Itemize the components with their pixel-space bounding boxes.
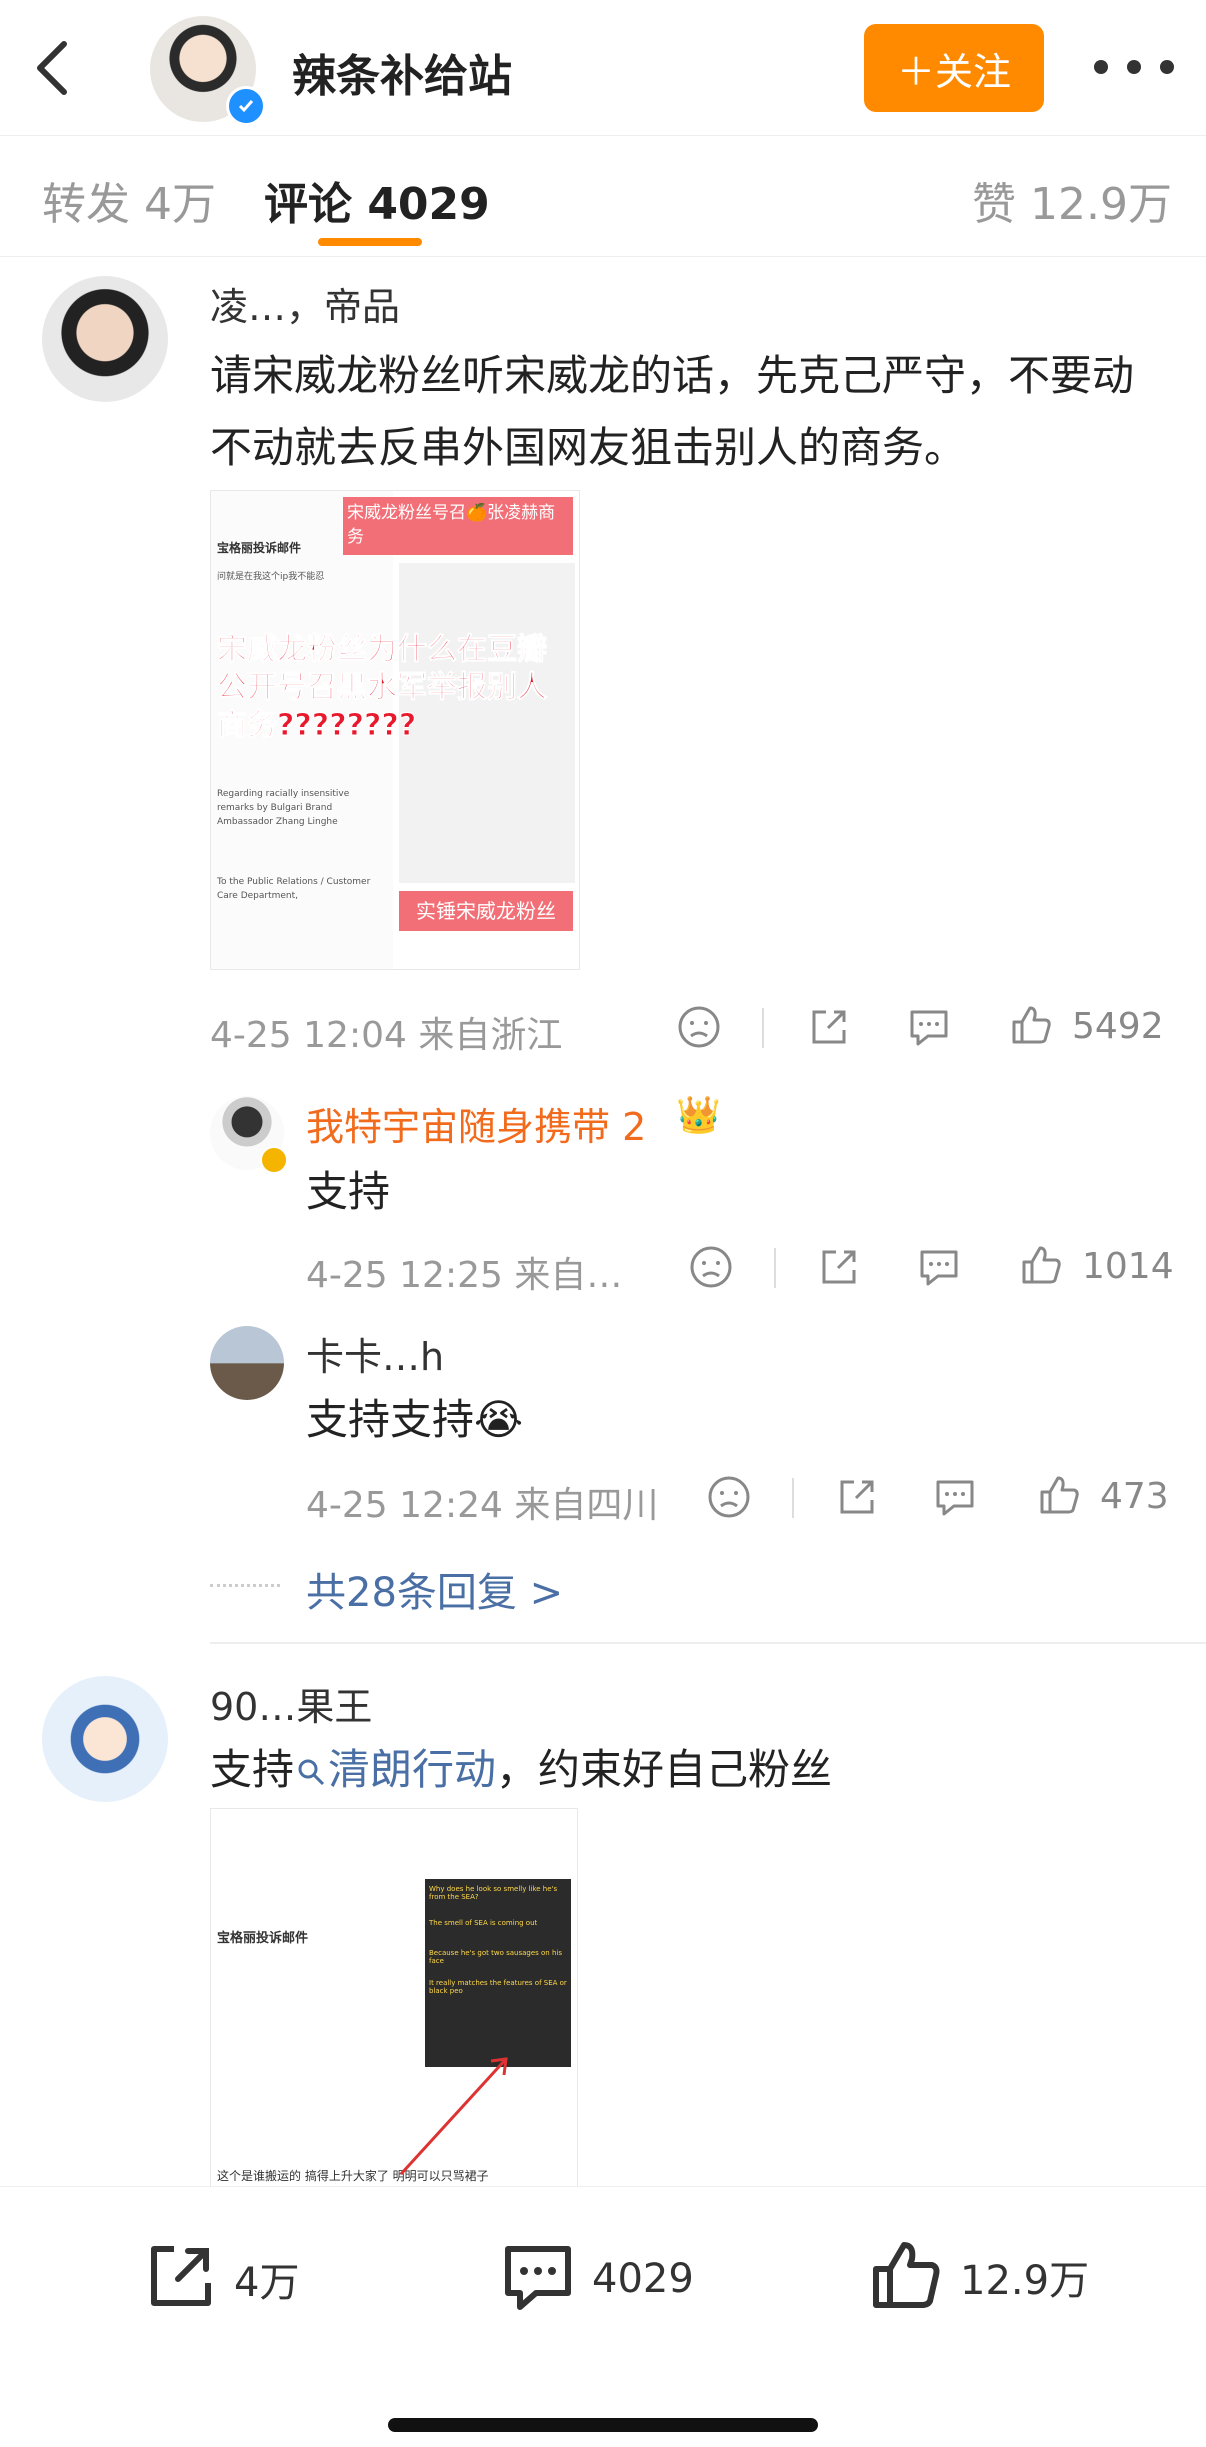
like-count: 1014	[1082, 1246, 1174, 1287]
back-arrow-icon[interactable]	[30, 38, 74, 98]
commenter-avatar[interactable]	[42, 1676, 168, 1802]
share-icon[interactable]	[816, 1244, 862, 1290]
tab-reposts[interactable]: 转发 4万	[42, 168, 216, 232]
reply-text: 支持支持😭	[306, 1395, 524, 1444]
vip-crown-icon: 👑	[676, 1095, 721, 1136]
reply-avatar[interactable]	[210, 1326, 284, 1400]
image-text: The smell of SEA is coming out	[429, 1919, 538, 1927]
image-text: To the Public Relations / Customer Care …	[217, 877, 371, 901]
topic-label: 清朗行动	[328, 1745, 497, 1794]
search-icon	[296, 1737, 326, 1809]
account-name: 辣条补给站	[292, 51, 512, 102]
image-text: Why does he look so smelly like he's fro…	[429, 1885, 558, 1901]
reply-time-location: 4-25 12:24 来自四川	[306, 1485, 659, 1526]
like-icon[interactable]	[1036, 1472, 1082, 1518]
like-count: 12.9万	[960, 2258, 1090, 2304]
reply-username[interactable]: 我特宇宙随身携带 2	[306, 1096, 646, 1151]
repost-count: 4万	[234, 2260, 300, 2306]
dislike-icon[interactable]	[688, 1244, 734, 1290]
reply-text: 支持	[306, 1167, 391, 1216]
top-nav-bar: 辣条补给站 ＋关注	[0, 0, 1206, 135]
follow-button[interactable]: ＋关注	[864, 24, 1044, 112]
comment-divider	[210, 1642, 1206, 1644]
share-icon[interactable]	[806, 1004, 852, 1050]
comment-count: 4029	[592, 2256, 694, 2302]
image-text: It really matches the features of SEA or…	[429, 1979, 567, 1995]
home-indicator[interactable]	[388, 2418, 818, 2432]
image-text: 宝格丽投诉邮件	[217, 1931, 309, 1946]
image-overlay-text: 宋威龙粉丝为什么在豆瓣公开号召黑水军举报别人商务????????	[217, 632, 548, 744]
image-bottom-label: 实锤宋威龙粉丝	[399, 891, 573, 931]
dotted-connector	[210, 1584, 280, 1587]
image-text: 问就是在我这个ip我不能忍	[217, 572, 325, 582]
bottom-action-bar: 4万 4029 12.9万	[0, 2186, 1206, 2447]
share-icon[interactable]	[834, 1474, 880, 1520]
comment-icon[interactable]	[916, 1244, 962, 1290]
verified-badge-icon	[260, 1146, 288, 1174]
comment-text-suffix: ，约束好自己粉丝	[496, 1745, 833, 1794]
commenter-name[interactable]: 凌…，帝品	[210, 276, 400, 331]
comment-image[interactable]: 宝格丽投诉邮件 问就是在我这个ip我不能忍 Regarding racially…	[210, 490, 580, 970]
dislike-icon[interactable]	[676, 1004, 722, 1050]
divider	[774, 1248, 776, 1288]
like-button[interactable]: 12.9万	[866, 2235, 1089, 2319]
comment-image[interactable]: 宝格丽投诉邮件 Why does he look so smelly like …	[210, 1808, 578, 2188]
more-replies-link[interactable]: 共28条回复 >	[306, 1560, 563, 1618]
like-icon[interactable]	[1008, 1002, 1054, 1048]
like-count: 473	[1100, 1476, 1169, 1517]
share-icon	[140, 2237, 220, 2321]
commenter-avatar[interactable]	[42, 276, 168, 402]
comment-text: 支持 清朗行动，约束好自己粉丝	[210, 1734, 1170, 1809]
like-icon[interactable]	[1018, 1242, 1064, 1288]
like-count: 5492	[1072, 1006, 1164, 1047]
image-text: 宝格丽投诉邮件	[217, 541, 302, 555]
like-icon	[866, 2235, 946, 2319]
tab-likes[interactable]: 赞 12.9万	[972, 168, 1172, 232]
comment-time-location: 4-25 12:04 来自浙江	[210, 1015, 563, 1056]
comment-icon[interactable]	[932, 1474, 978, 1520]
comment-text: 请宋威龙粉丝听宋威龙的话，先克己严守，不要动不动就去反串外国网友狙击别人的商务。	[210, 351, 1135, 472]
image-text: Because he's got two sausages on his fac…	[429, 1949, 562, 1965]
commenter-name[interactable]: 90…果王	[210, 1676, 372, 1731]
divider	[792, 1478, 794, 1518]
comment-text-prefix: 支持	[210, 1745, 295, 1794]
dislike-icon[interactable]	[706, 1474, 752, 1520]
red-arrow	[399, 2057, 508, 2176]
repost-button[interactable]: 4万	[140, 2237, 299, 2321]
image-red-banner: 宋威龙粉丝号召🍊张凌赫商务	[343, 497, 573, 555]
tab-bar: 转发 4万 评论 4029 赞 12.9万	[0, 135, 1206, 257]
more-options-icon[interactable]	[1094, 60, 1174, 76]
divider	[762, 1008, 764, 1048]
reply-time-location: 4-25 12:25 来自…	[306, 1255, 623, 1296]
image-text: Regarding racially insensitive remarks b…	[217, 789, 350, 827]
reply-username[interactable]: 卡卡…h	[306, 1326, 444, 1381]
comment-icon	[498, 2237, 578, 2321]
verified-badge-icon	[226, 86, 266, 126]
active-tab-indicator	[318, 238, 422, 246]
comment-icon[interactable]	[906, 1004, 952, 1050]
topic-link[interactable]: 清朗行动	[294, 1745, 496, 1794]
comment-button[interactable]: 4029	[498, 2237, 694, 2321]
tab-comments[interactable]: 评论 4029	[264, 168, 490, 232]
